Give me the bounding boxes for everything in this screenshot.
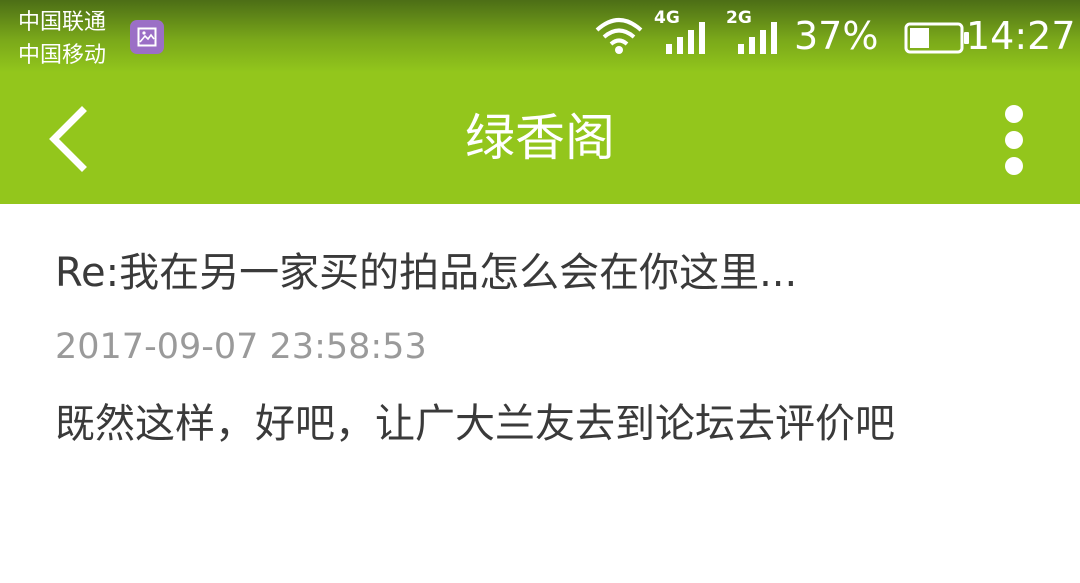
message-title: Re:我在另一家买的拍品怎么会在你这里... xyxy=(55,250,798,296)
wifi-icon xyxy=(594,16,644,60)
carrier-1: 中国联通 xyxy=(18,10,107,35)
message-timestamp: 2017-09-07 23:58:53 xyxy=(55,327,427,367)
clock: 14:27 xyxy=(966,14,1076,58)
message-body: 既然这样，好吧，让广大兰友去到论坛去评价吧 xyxy=(55,401,895,447)
battery-icon xyxy=(904,22,970,58)
carrier-list: 中国联通 中国移动 xyxy=(18,6,106,72)
more-vertical-icon-dot xyxy=(1005,157,1023,175)
carrier-2: 中国移动 xyxy=(18,43,107,68)
status-bar: 中国联通 中国移动 4G 2G 37% 14:27 xyxy=(0,0,1080,72)
image-icon xyxy=(130,20,164,54)
more-vertical-icon-dot xyxy=(1005,131,1023,149)
chevron-left-icon xyxy=(49,106,87,172)
app-header: 绿香阁 xyxy=(0,72,1080,204)
page-title: 绿香阁 xyxy=(465,109,615,167)
battery-percent: 37% xyxy=(794,14,879,58)
back-button[interactable] xyxy=(34,98,114,178)
more-options-button[interactable] xyxy=(984,100,1044,180)
message-detail: Re:我在另一家买的拍品怎么会在你这里... 2017-09-07 23:58:… xyxy=(0,204,1080,583)
more-vertical-icon xyxy=(1005,105,1023,123)
